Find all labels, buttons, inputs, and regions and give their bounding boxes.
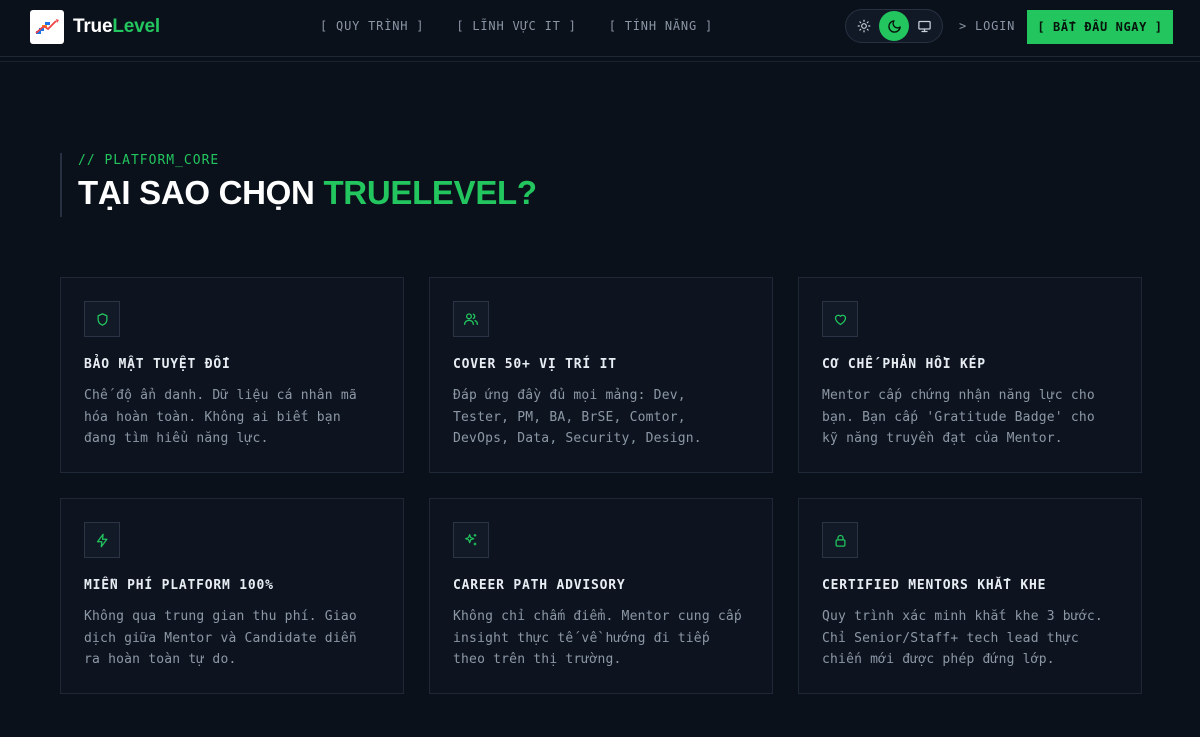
dark-theme-button[interactable] [879, 11, 909, 41]
feature-title: CAREER PATH ADVISORY [453, 578, 626, 593]
section-heading: // PLATFORM_CORE TẠI SAO CHỌN TRUELEVEL? [60, 153, 537, 217]
system-theme-button[interactable] [909, 11, 939, 41]
start-now-button[interactable]: [ BẮT ĐẦU NGAY ] [1027, 10, 1173, 44]
feature-description: Đáp ứng đầy đủ mọi mảng: Dev, Tester, PM… [453, 388, 702, 446]
sparkles-icon [453, 522, 489, 558]
feature-card-certified-mentors: CERTIFIED MENTORS KHẮT KHE Quy trình xác… [798, 498, 1142, 694]
menu-item-linh-vuc-it[interactable]: [ LĨNH VỰC IT ] [456, 19, 576, 33]
shield-icon [84, 301, 120, 337]
section-title-highlight: TRUELEVEL? [323, 174, 537, 211]
feature-description: Không qua trung gian thu phí. Giao dịch … [84, 609, 357, 667]
brand-name: TrueLevel [73, 16, 160, 38]
feature-description: Quy trình xác minh khắt khe 3 bước. Chỉ … [822, 609, 1103, 667]
feature-description: Chế độ ẩn danh. Dữ liệu cá nhân mã hóa h… [84, 388, 357, 446]
feature-card-security: BẢO MẬT TUYỆT ĐỐI Chế độ ẩn danh. Dữ liệ… [60, 277, 404, 473]
users-icon [453, 301, 489, 337]
lightning-icon [84, 522, 120, 558]
menu-item-tinh-nang[interactable]: [ TÍNH NĂNG ] [609, 19, 713, 33]
feature-title: MIỄN PHÍ PLATFORM 100% [84, 578, 274, 593]
feature-title: BẢO MẬT TUYỆT ĐỐI [84, 357, 231, 372]
header-divider [0, 61, 1200, 62]
menu-item-quy-trinh[interactable]: [ QUY TRÌNH ] [320, 19, 424, 33]
section-title-prefix: TẠI SAO CHỌN [78, 174, 324, 211]
main-menu: [ QUY TRÌNH ] [ LĨNH VỰC IT ] [ TÍNH NĂN… [320, 19, 713, 33]
light-theme-button[interactable] [849, 11, 879, 41]
lock-icon [822, 522, 858, 558]
feature-card-career-path: CAREER PATH ADVISORY Không chỉ chấm điểm… [429, 498, 773, 694]
feature-description: Không chỉ chấm điểm. Mentor cung cấp ins… [453, 609, 742, 667]
monitor-icon [917, 20, 931, 32]
feature-card-free-platform: MIỄN PHÍ PLATFORM 100% Không qua trung g… [60, 498, 404, 694]
feature-title: CERTIFIED MENTORS KHẮT KHE [822, 578, 1047, 593]
feature-card-dual-feedback: CƠ CHẾ PHẢN HỒI KÉP Mentor cấp chứng nhậ… [798, 277, 1142, 473]
heart-icon [822, 301, 858, 337]
feature-description: Mentor cấp chứng nhận năng lực cho bạn. … [822, 388, 1095, 446]
section-title: TẠI SAO CHỌN TRUELEVEL? [78, 174, 537, 212]
brand-name-part2: Level [112, 16, 160, 37]
feature-card-it-roles: COVER 50+ VỊ TRÍ IT Đáp ứng đầy đủ mọi m… [429, 277, 773, 473]
feature-title: CƠ CHẾ PHẢN HỒI KÉP [822, 357, 986, 372]
section-eyebrow: // PLATFORM_CORE [78, 153, 220, 168]
login-link[interactable]: > LOGIN [959, 19, 1015, 33]
trending-chart-logo-icon [30, 10, 64, 44]
theme-switcher [845, 9, 943, 43]
brand-name-part1: True [73, 16, 113, 37]
feature-title: COVER 50+ VỊ TRÍ IT [453, 357, 617, 372]
moon-icon [887, 19, 901, 33]
brand-logo-link[interactable]: TrueLevel [30, 10, 160, 44]
sun-icon [857, 19, 871, 33]
top-navbar: TrueLevel [ QUY TRÌNH ] [ LĨNH VỰC IT ] … [0, 0, 1200, 57]
